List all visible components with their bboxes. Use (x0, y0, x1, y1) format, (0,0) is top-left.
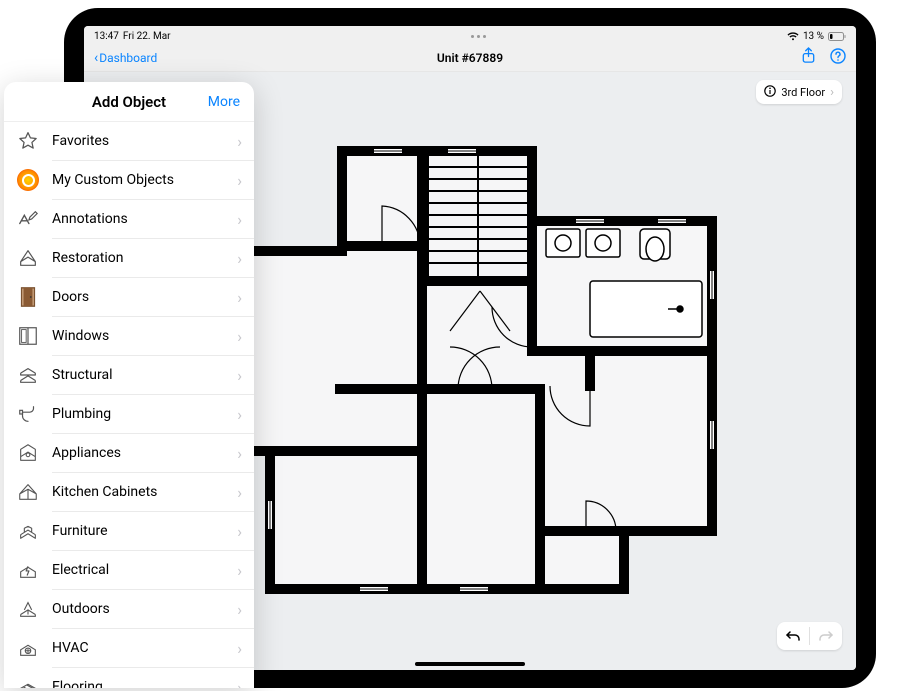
appliances-icon (14, 439, 42, 467)
category-item-window[interactable]: Windows› (4, 317, 254, 355)
category-label: HVAC (52, 640, 237, 656)
page-title: Unit #67889 (437, 51, 503, 65)
category-label: Favorites (52, 133, 237, 149)
chevron-right-icon: › (237, 171, 242, 190)
chevron-right-icon: › (237, 561, 242, 580)
category-label: Annotations (52, 211, 237, 227)
status-left: 13:47 Fri 22. Mar (94, 31, 171, 42)
chevron-right-icon: › (237, 522, 242, 541)
chevron-right-icon: › (237, 678, 242, 689)
floor-label: 3rd Floor (781, 86, 825, 99)
chevron-right-icon: › (237, 249, 242, 268)
category-label: Windows (52, 328, 237, 344)
category-label: My Custom Objects (52, 172, 237, 188)
chevron-right-icon: › (830, 85, 834, 100)
category-item-electrical[interactable]: Electrical› (4, 551, 254, 589)
battery-text: 13 % (803, 31, 824, 42)
home-indicator[interactable] (415, 662, 525, 666)
category-item-door[interactable]: Doors› (4, 278, 254, 316)
category-label: Structural (52, 367, 237, 383)
status-bar: 13:47 Fri 22. Mar 13 % (84, 26, 856, 44)
category-item-furniture[interactable]: Furniture› (4, 512, 254, 550)
category-label: Appliances (52, 445, 237, 461)
nav-bar: ‹ Dashboard Unit #67889 (84, 44, 856, 72)
panel-title: Add Object (92, 93, 166, 111)
category-item-outdoors[interactable]: Outdoors› (4, 590, 254, 628)
multitasking-dots[interactable] (471, 35, 486, 38)
outdoors-icon (14, 595, 42, 623)
chevron-right-icon: › (237, 288, 242, 307)
back-button[interactable]: ‹ Dashboard (94, 51, 157, 65)
chevron-right-icon: › (237, 327, 242, 346)
electrical-icon (14, 556, 42, 584)
chevron-right-icon: › (237, 405, 242, 424)
annotations-icon (14, 205, 42, 233)
category-label: Flooring (52, 679, 237, 688)
chevron-right-icon: › (237, 600, 242, 619)
category-label: Electrical (52, 562, 237, 578)
help-button[interactable] (830, 48, 846, 68)
category-label: Kitchen Cabinets (52, 484, 237, 500)
chevron-right-icon: › (237, 366, 242, 385)
custom-objects-icon (14, 166, 42, 194)
furniture-icon (14, 517, 42, 545)
chevron-right-icon: › (237, 639, 242, 658)
window-icon (14, 322, 42, 350)
category-item-hvac[interactable]: HVAC› (4, 629, 254, 667)
add-object-panel: Add Object More Favorites›My Custom Obje… (4, 82, 254, 688)
category-label: Restoration (52, 250, 237, 266)
redo-button[interactable] (810, 629, 842, 643)
category-item-restoration[interactable]: Restoration› (4, 239, 254, 277)
hvac-icon (14, 634, 42, 662)
back-label: Dashboard (99, 51, 157, 65)
kitchen-cabinets-icon (14, 478, 42, 506)
panel-list: Favorites›My Custom Objects›Annotations›… (4, 122, 254, 688)
category-label: Furniture (52, 523, 237, 539)
status-right: 13 % (787, 31, 846, 42)
plumbing-icon (14, 400, 42, 428)
floor-plan-drawing (210, 131, 730, 611)
structural-icon (14, 361, 42, 389)
status-time: 13:47 (94, 31, 119, 42)
category-item-annotations[interactable]: Annotations› (4, 200, 254, 238)
chevron-left-icon: ‹ (94, 51, 98, 65)
category-item-structural[interactable]: Structural› (4, 356, 254, 394)
undo-redo-group (777, 622, 842, 650)
category-item-appliances[interactable]: Appliances› (4, 434, 254, 472)
category-label: Plumbing (52, 406, 237, 422)
chevron-right-icon: › (237, 210, 242, 229)
more-button[interactable]: More (208, 94, 240, 110)
share-button[interactable] (801, 47, 816, 68)
floor-selector[interactable]: 3rd Floor › (756, 80, 842, 104)
door-icon (14, 283, 42, 311)
info-icon (764, 85, 776, 100)
chevron-right-icon: › (237, 444, 242, 463)
category-label: Outdoors (52, 601, 237, 617)
category-label: Doors (52, 289, 237, 305)
star-icon (14, 127, 42, 155)
battery-icon (828, 32, 846, 41)
category-item-plumbing[interactable]: Plumbing› (4, 395, 254, 433)
restoration-icon (14, 244, 42, 272)
category-item-flooring[interactable]: Flooring› (4, 668, 254, 688)
category-item-custom-objects[interactable]: My Custom Objects› (4, 161, 254, 199)
panel-header: Add Object More (4, 82, 254, 122)
category-item-kitchen-cabinets[interactable]: Kitchen Cabinets› (4, 473, 254, 511)
status-date: Fri 22. Mar (123, 31, 171, 42)
flooring-icon (14, 673, 42, 688)
wifi-icon (787, 32, 799, 41)
undo-button[interactable] (777, 629, 809, 643)
category-item-star[interactable]: Favorites› (4, 122, 254, 160)
chevron-right-icon: › (237, 483, 242, 502)
chevron-right-icon: › (237, 132, 242, 151)
